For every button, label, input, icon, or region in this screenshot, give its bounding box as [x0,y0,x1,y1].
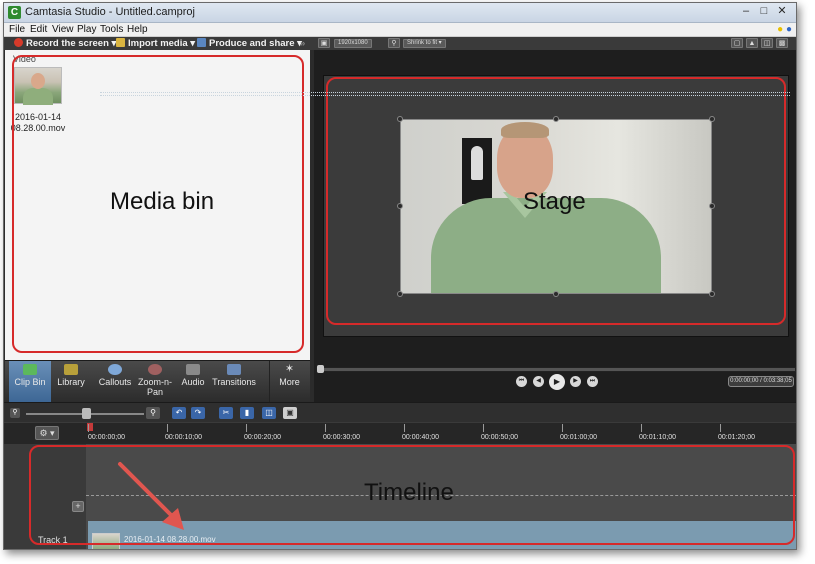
menu-file[interactable]: File [9,24,25,35]
annotation-arrow [118,462,184,530]
tick-label: 00:01:20;00 [718,434,755,441]
menu-view[interactable]: View [52,24,74,35]
stage-panel: Stage [314,50,796,402]
zoom-search-icon[interactable]: ⚲ [388,38,400,48]
help-lightbulb-icon[interactable]: ● ● [777,24,792,35]
timeline-ruler[interactable]: ⚙ ▾ 00:00:00;00 00:00:10;00 00:00:20;00 … [4,422,796,444]
tick-label: 00:00:50;00 [481,434,518,441]
zoom-in-icon[interactable]: ⚲ [146,407,160,419]
folder-icon [116,38,125,47]
more-toolbar-icon[interactable]: » [300,37,305,50]
detach-icon[interactable]: ◫ [761,38,773,48]
previous-clip-icon[interactable]: ⏮ [516,376,527,387]
menu-help[interactable]: Help [127,24,148,35]
menu-tools[interactable]: Tools [100,24,123,35]
next-clip-icon[interactable]: ⏭ [587,376,598,387]
audio-waveform [100,92,790,96]
close-icon[interactable]: ✕ [774,5,790,19]
stage-annotation: Stage [523,188,586,215]
preview-scrub-bar[interactable] [316,367,796,372]
ruler-tick [325,424,326,432]
main-toolbar: Record the screen ▾ Import media ▾ Produ… [4,37,796,50]
transitions-icon [227,364,241,375]
undo-icon[interactable]: ↶ [172,407,186,419]
minimize-icon[interactable]: – [738,5,754,19]
tab-audio[interactable]: Audio [175,361,211,403]
time-readout: 0:00:00;00 / 0:03:38;05 [728,376,794,387]
fullscreen-icon[interactable]: ▩ [776,38,788,48]
produce-icon [197,38,206,47]
ruler-tick [483,424,484,432]
record-icon [14,38,23,47]
crop-icon[interactable]: ▣ [318,38,330,48]
zoom-dropdown[interactable]: Shrink to fit ▾ [403,39,446,48]
menu-edit[interactable]: Edit [30,24,47,35]
resolution-dropdown[interactable]: 1920x1080 [334,39,372,48]
stage-tool-icon[interactable]: ▲ [746,38,758,48]
ruler-tick [167,424,168,432]
editing-dimensions-icon[interactable]: ▢ [731,38,743,48]
window-title: Camtasia Studio - Untitled.camproj [25,6,195,18]
tab-zoom-n-pan[interactable]: Zoom-n-Pan [135,361,175,403]
zoom-out-icon[interactable]: ⚲ [10,408,20,418]
title-bar: C Camtasia Studio - Untitled.camproj – □… [4,3,796,23]
step-back-icon[interactable]: ◀ [533,376,544,387]
tab-callouts[interactable]: Callouts [95,361,135,403]
audio-icon [186,364,200,375]
copy-icon[interactable]: ◫ [262,407,276,419]
clip-bin-icon [23,364,37,375]
menu-play[interactable]: Play [77,24,96,35]
record-screen-button[interactable]: Record the screen ▾ [14,37,116,50]
split-icon[interactable]: ▮ [240,407,254,419]
produce-share-button[interactable]: Produce and share ▾ [197,37,302,50]
more-icon: ✶ [284,363,295,375]
library-icon [64,364,78,375]
menu-bar: File Edit View Play Tools Help ● ● [4,23,796,37]
media-bin-annotation: Media bin [110,188,215,215]
redo-icon[interactable]: ↷ [191,407,205,419]
camtasia-app-icon: C [8,6,21,19]
tick-label: 00:00:20;00 [244,434,281,441]
tab-transitions[interactable]: Transitions [211,361,257,403]
zoom-slider-thumb[interactable] [82,408,91,419]
callouts-icon [108,364,122,375]
maximize-icon[interactable]: □ [756,5,772,19]
tick-label: 00:01:10;00 [639,434,676,441]
tick-label: 00:00:10;00 [165,434,202,441]
clip-tabs: Clip Bin Library Callouts Zoom-n-Pan Aud… [5,360,310,403]
tab-clip-bin[interactable]: Clip Bin [9,361,51,403]
cut-icon[interactable]: ✂ [219,407,233,419]
ruler-tick [246,424,247,432]
paste-icon[interactable]: ▣ [283,407,297,419]
ruler-tick [88,424,89,432]
tick-label: 00:01:00;00 [560,434,597,441]
tab-more[interactable]: ✶ More [269,361,309,403]
gear-icon[interactable]: ⚙ ▾ [35,426,59,440]
tick-label: 00:00:30;00 [323,434,360,441]
tick-label: 00:00:40;00 [402,434,439,441]
import-media-button[interactable]: Import media ▾ [116,37,195,50]
scrub-handle[interactable] [317,365,324,373]
timeline-toolbar: ⚲ ⚲ ↶ ↷ ✂ ▮ ◫ ▣ [4,402,796,422]
ruler-tick [720,424,721,432]
tab-library[interactable]: Library [51,361,91,403]
ruler-tick [562,424,563,432]
ruler-tick [404,424,405,432]
step-forward-icon[interactable]: ▶ [570,376,581,387]
play-icon[interactable]: ▶ [549,374,565,390]
timeline-annotation: Timeline [364,479,454,506]
tick-label: 00:00:00;00 [88,434,125,441]
media-bin-panel: Video 2016-01-14 08.28.00.mov Media bin [5,50,310,360]
zoom-n-pan-icon [148,364,162,375]
ruler-tick [641,424,642,432]
